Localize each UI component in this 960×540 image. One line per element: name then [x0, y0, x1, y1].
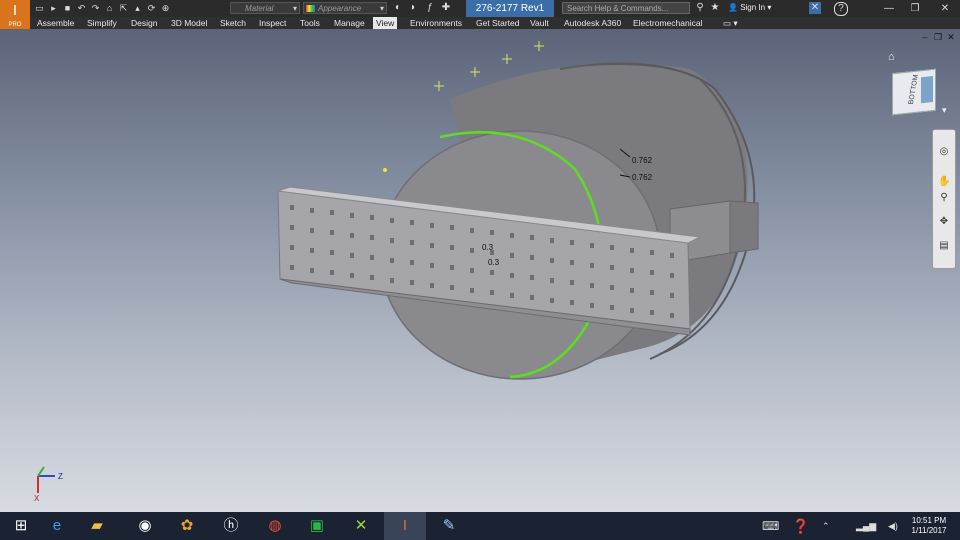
steering-wheel-icon[interactable]: ◎	[938, 146, 950, 158]
app-menu-button[interactable]: I PRO	[0, 0, 30, 29]
update-icon[interactable]: ⟳	[146, 3, 157, 14]
orbit-icon[interactable]: ✥	[938, 216, 950, 228]
tab-vault[interactable]: Vault	[527, 17, 552, 29]
new-icon[interactable]: ▭	[34, 3, 45, 14]
adjust-appearance-icon[interactable]: ◑	[406, 2, 418, 14]
tab-simplify[interactable]: Simplify	[84, 17, 120, 29]
plus-icon[interactable]: ✚	[440, 2, 452, 14]
document-title: 276-2177 Rev1	[466, 0, 554, 17]
triad-x-label: X	[34, 494, 40, 503]
tab-3d-model[interactable]: 3D Model	[168, 17, 210, 29]
camera-app-icon[interactable]: ◉	[124, 512, 166, 540]
dimension-top-a[interactable]: 0.762	[632, 156, 653, 165]
clock-date: 1/11/2017	[911, 526, 947, 535]
maximize-button[interactable]: ❐	[904, 0, 926, 17]
select-icon[interactable]: ▴	[132, 3, 143, 14]
measure-icon[interactable]: ⊕	[160, 3, 171, 14]
redo-icon[interactable]: ↷	[90, 3, 101, 14]
app-badge-sub: PRO	[8, 22, 22, 28]
clear-appearance-icon[interactable]: ◐	[392, 2, 404, 14]
graphics-viewport[interactable]: – ❐ ✕ 0.762 0.762 0.3 0.3 Z X ⌂ BOTTOM ▾…	[0, 29, 960, 512]
appearance-combo[interactable]: Appearance	[303, 2, 387, 15]
zoom-icon[interactable]: ⚲	[938, 192, 950, 204]
dimension-mid-b[interactable]: 0.3	[488, 258, 500, 267]
hp-icon[interactable]: ⓗ	[210, 512, 252, 540]
tray-chevron-icon[interactable]: ⌃	[822, 512, 830, 540]
ie-icon[interactable]: e	[36, 512, 78, 540]
home-view-icon[interactable]: ⌂	[888, 51, 895, 63]
sign-in-label: Sign In	[740, 3, 766, 12]
search-input[interactable]: Search Help & Commands...	[562, 2, 690, 14]
tab-sketch[interactable]: Sketch	[217, 17, 249, 29]
appearance-swatch-icon	[306, 5, 315, 12]
tab-manage[interactable]: Manage	[331, 17, 368, 29]
tab-get-started[interactable]: Get Started	[473, 17, 522, 29]
minimize-button[interactable]: —	[878, 0, 900, 17]
pan-icon[interactable]: ✋	[938, 176, 950, 188]
look-at-icon[interactable]: ▤	[938, 240, 950, 252]
windows-taskbar: ⊞ e ▰ ◉ ✿ ⓗ ◍ ▣ ✕ I ✎ ⌨ ❓ ⌃ ▂▄▆ ◀) 10:51…	[0, 512, 960, 540]
title-bar: ▭ ▸ ■ ↶ ↷ ⌂ ⇱ ▴ ⟳ ⊕ Material Appearance …	[0, 0, 960, 17]
appearance-combo-label: Appearance	[318, 4, 362, 13]
ribbon-toggle-icon[interactable]: ▭ ▾	[720, 17, 741, 29]
close-button[interactable]: ✕	[930, 0, 960, 17]
save-icon[interactable]: ■	[62, 3, 73, 14]
tab-tools[interactable]: Tools	[297, 17, 323, 29]
tab-view[interactable]: View	[373, 17, 398, 29]
exchange-icon[interactable]: ✕	[809, 2, 821, 14]
clock-time: 10:51 PM	[911, 516, 947, 525]
navigation-bar: ◎ ✋ ⚲ ✥ ▤	[932, 129, 956, 269]
return-icon[interactable]: ⇱	[118, 3, 129, 14]
sign-in-link[interactable]: 👤 Sign In ▾	[728, 2, 771, 14]
network-icon[interactable]: ▂▄▆	[856, 512, 876, 540]
file-explorer-icon[interactable]: ▰	[76, 512, 118, 540]
tab-electromechanical[interactable]: Electromechanical	[630, 17, 705, 29]
open-icon[interactable]: ▸	[48, 3, 59, 14]
help-icon[interactable]: ?	[834, 2, 848, 16]
taskbar-clock[interactable]: 10:51 PM 1/11/2017	[904, 516, 954, 536]
dimension-top-b[interactable]: 0.762	[632, 173, 653, 182]
model-canvas[interactable]: 0.762 0.762 0.3 0.3 Z X	[0, 29, 960, 512]
tab-environments[interactable]: Environments	[407, 17, 465, 29]
dimension-mid-a[interactable]: 0.3	[482, 243, 494, 252]
tab-design[interactable]: Design	[128, 17, 160, 29]
star-icon[interactable]: ★	[709, 2, 721, 14]
viewcube-side-face	[921, 76, 933, 104]
material-combo[interactable]: Material	[230, 2, 300, 15]
photos-app-icon[interactable]: ✿	[166, 512, 208, 540]
app-badge: I	[12, 2, 18, 19]
viewcube-face-label: BOTTOM	[907, 74, 920, 105]
help-circle-icon[interactable]: ❓	[792, 512, 809, 540]
gamemaker-icon[interactable]: ✕	[340, 512, 382, 540]
tab-inspect[interactable]: Inspect	[256, 17, 289, 29]
tab-autodesk-a360[interactable]: Autodesk A360	[561, 17, 624, 29]
home-icon[interactable]: ⌂	[104, 3, 115, 14]
coordinate-triad-icon	[37, 466, 55, 493]
inventor-icon[interactable]: I	[384, 512, 426, 540]
quick-access-toolbar: ▭ ▸ ■ ↶ ↷ ⌂ ⇱ ▴ ⟳ ⊕	[34, 2, 171, 15]
keyboard-icon[interactable]: ⌨	[762, 512, 779, 540]
viewcube-menu-icon[interactable]: ▾	[942, 105, 947, 116]
volume-icon[interactable]: ◀)	[888, 512, 898, 540]
triad-z-label: Z	[58, 472, 63, 481]
parameters-icon[interactable]: ƒ	[424, 2, 436, 14]
chrome-icon[interactable]: ◍	[254, 512, 296, 540]
work-point-dot[interactable]	[383, 168, 387, 172]
binoculars-icon[interactable]: ⚲	[694, 2, 706, 14]
ribbon-tab-bar: Assemble Simplify Design 3D Model Sketch…	[0, 17, 960, 29]
paint-icon[interactable]: ✎	[428, 512, 470, 540]
material-combo-label: Material	[245, 4, 274, 13]
tab-assemble[interactable]: Assemble	[34, 17, 77, 29]
viewcube[interactable]: BOTTOM	[892, 68, 936, 116]
store-icon[interactable]: ▣	[296, 512, 338, 540]
undo-icon[interactable]: ↶	[76, 3, 87, 14]
